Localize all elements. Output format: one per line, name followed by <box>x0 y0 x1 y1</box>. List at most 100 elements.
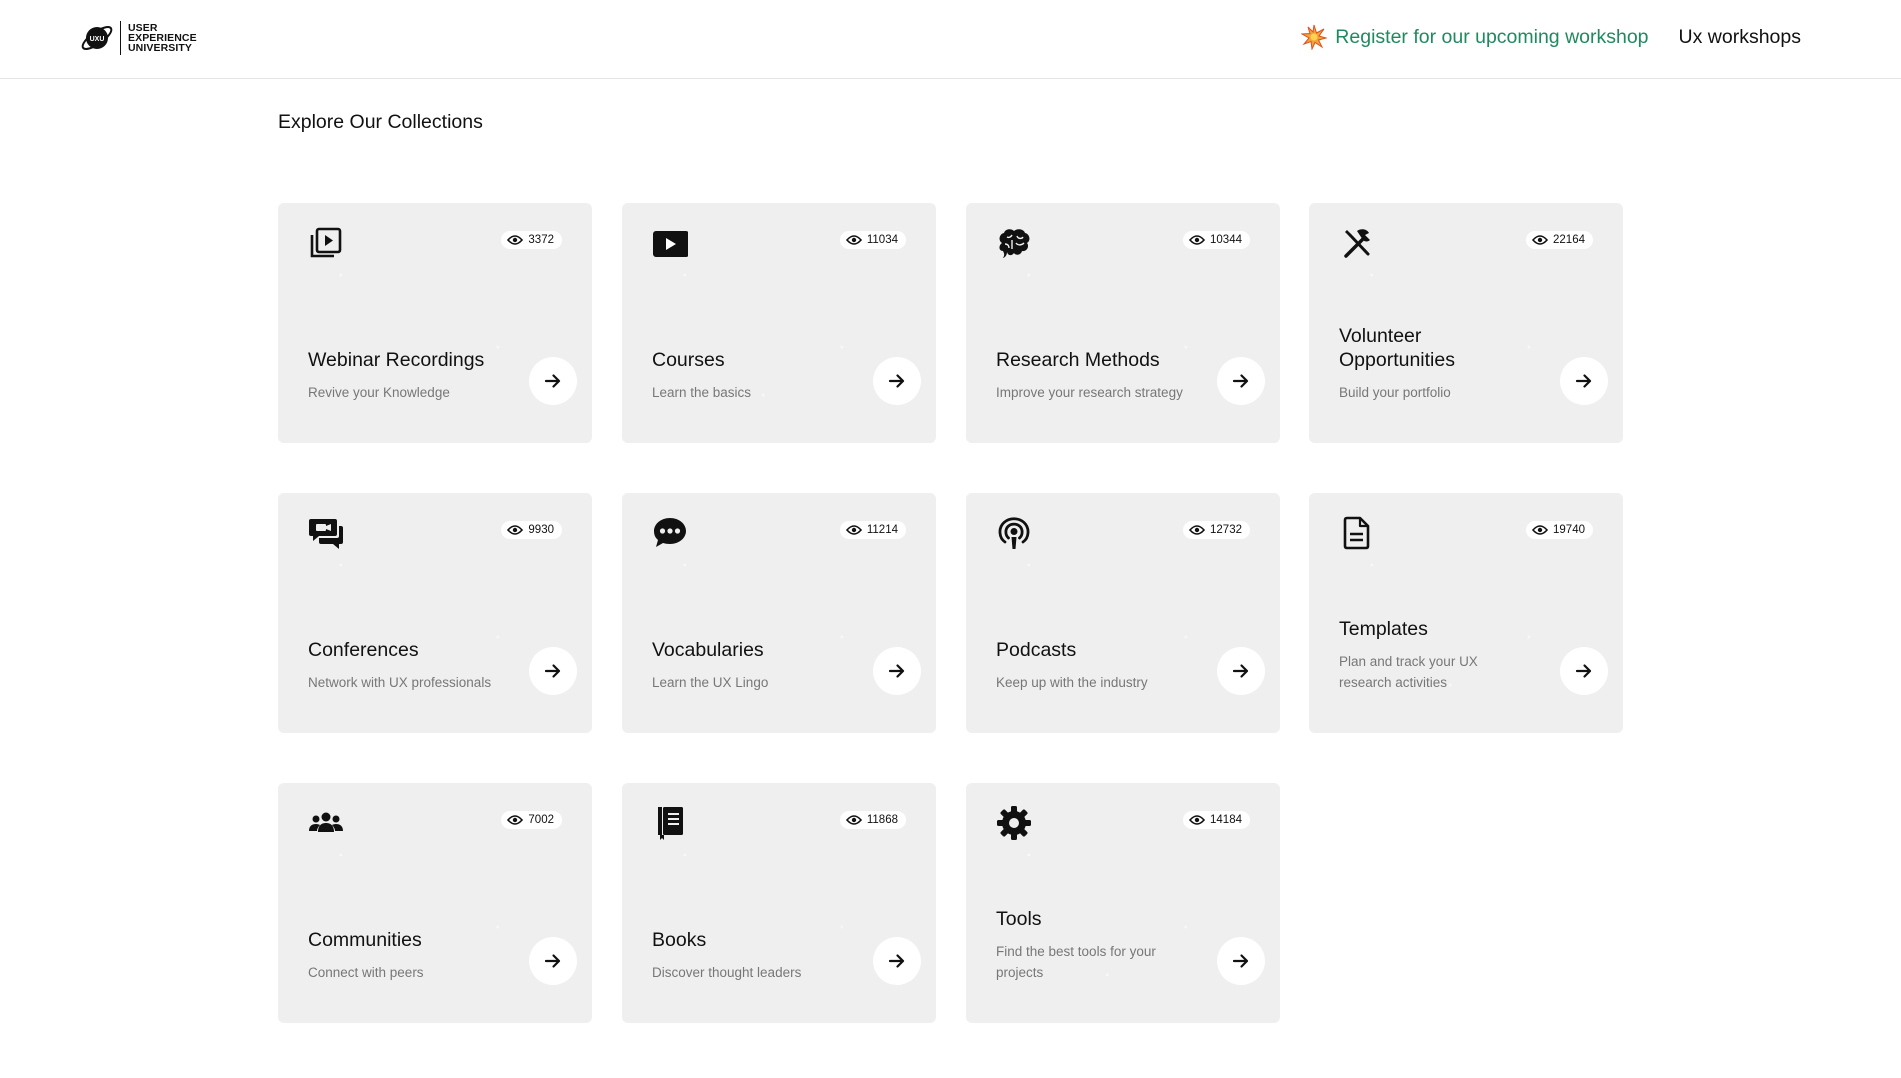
card-subtitle: Build your portfolio <box>1339 385 1451 400</box>
card-text: Courses Learn the basics <box>652 348 842 403</box>
collection-card-templates[interactable]: 19740 Templates Plan and track your UX r… <box>1309 493 1623 733</box>
view-count-badge: 19740 <box>1526 521 1593 539</box>
document-icon <box>1343 516 1370 550</box>
view-count: 12732 <box>1210 524 1242 536</box>
ux-workshops-link[interactable]: Ux workshops <box>1679 26 1801 49</box>
site-header: UXU USER EXPERIENCE UNIVERSITY Register … <box>0 0 1901 79</box>
collection-card-vocabularies[interactable]: 11214 Vocabularies Learn the UX Lingo <box>622 493 936 733</box>
section-title: Explore Our Collections <box>278 111 483 133</box>
view-count-badge: 22164 <box>1526 231 1593 249</box>
open-card-button[interactable] <box>873 647 921 695</box>
collection-card-research-methods[interactable]: 10344 Research Methods Improve your rese… <box>966 203 1280 443</box>
card-subtitle: Discover thought leaders <box>652 965 802 980</box>
card-title: Tools <box>996 908 1042 930</box>
video-chat-icon <box>309 519 343 549</box>
view-count-badge: 9930 <box>501 521 562 539</box>
arrow-right-icon <box>888 374 905 388</box>
open-card-button[interactable] <box>1560 357 1608 405</box>
eye-icon <box>1532 235 1549 245</box>
arrow-right-icon <box>1575 664 1592 678</box>
open-card-button[interactable] <box>529 647 577 695</box>
collection-card-podcasts[interactable]: 12732 Podcasts Keep up with the industry <box>966 493 1280 733</box>
card-title: Webinar Recordings <box>308 349 485 371</box>
arrow-right-icon <box>1575 374 1592 388</box>
view-count-badge: 11034 <box>839 231 906 249</box>
card-subtitle: Learn the basics <box>652 385 752 400</box>
podcast-icon <box>998 517 1030 549</box>
logo-mark-text: UXU <box>90 36 105 43</box>
logo-line-3: UNIVERSITY <box>128 42 193 54</box>
collection-card-tools[interactable]: 14184 Tools Find the best tools for your… <box>966 783 1280 1023</box>
view-count: 7002 <box>528 814 554 826</box>
card-title: Templates <box>1339 618 1428 640</box>
card-title: Courses <box>652 349 725 371</box>
card-title: Books <box>652 929 707 951</box>
eye-icon <box>845 525 862 535</box>
open-card-button[interactable] <box>1217 647 1265 695</box>
open-card-button[interactable] <box>873 357 921 405</box>
card-subtitle: Network with UX professionals <box>308 675 492 690</box>
arrow-right-icon <box>888 954 905 968</box>
open-card-button[interactable] <box>1217 357 1265 405</box>
card-title: Volunteer Opportunities <box>1339 325 1455 371</box>
view-count-badge: 3372 <box>501 231 562 249</box>
card-title: Vocabularies <box>652 639 764 661</box>
eye-icon <box>507 525 524 535</box>
open-card-button[interactable] <box>1560 647 1608 695</box>
card-subtitle: Learn the UX Lingo <box>652 675 769 690</box>
card-text: Communities Connect with peers <box>308 928 498 983</box>
open-card-button[interactable] <box>529 937 577 985</box>
eye-icon <box>507 235 524 245</box>
card-text: Research Methods Improve your research s… <box>996 348 1186 403</box>
view-count: 14184 <box>1210 814 1242 826</box>
collection-card-courses[interactable]: 11034 Courses Learn the basics <box>622 203 936 443</box>
arrow-right-icon <box>1232 664 1249 678</box>
card-title: Podcasts <box>996 639 1077 661</box>
site-logo[interactable]: UXU USER EXPERIENCE UNIVERSITY <box>80 19 197 57</box>
open-card-button[interactable] <box>1217 937 1265 985</box>
card-title: Conferences <box>308 639 419 661</box>
card-subtitle: Revive your Knowledge <box>308 385 450 400</box>
card-text: Books Discover thought leaders <box>652 928 842 983</box>
view-count: 11034 <box>866 234 898 246</box>
arrow-right-icon <box>888 664 905 678</box>
eye-icon <box>1189 525 1206 535</box>
arrow-right-icon <box>544 374 561 388</box>
logo-wordmark: USER EXPERIENCE UNIVERSITY <box>128 23 197 54</box>
register-workshop-link[interactable]: Register for our upcoming workshop <box>1301 24 1649 50</box>
view-count: 19740 <box>1553 524 1585 536</box>
card-subtitle: Connect with peers <box>308 965 424 980</box>
logo-divider <box>120 21 121 55</box>
collection-card-webinar-recordings[interactable]: 3372 Webinar Recordings Revive your Know… <box>278 203 592 443</box>
open-card-button[interactable] <box>873 937 921 985</box>
view-count: 9930 <box>528 524 554 536</box>
eye-icon <box>845 815 862 825</box>
card-text: Webinar Recordings Revive your Knowledge <box>308 348 498 403</box>
view-count: 10344 <box>1210 234 1242 246</box>
arrow-right-icon <box>1232 954 1249 968</box>
view-count-badge: 7002 <box>501 811 562 829</box>
top-nav: Register for our upcoming workshop Ux wo… <box>1301 24 1801 50</box>
view-count-badge: 10344 <box>1183 231 1250 249</box>
open-card-button[interactable] <box>529 357 577 405</box>
arrow-right-icon <box>1232 374 1249 388</box>
collection-card-books[interactable]: 11868 Books Discover thought leaders <box>622 783 936 1023</box>
view-count-badge: 11214 <box>839 521 906 539</box>
arrow-right-icon <box>544 664 561 678</box>
collection-card-conferences[interactable]: 9930 Conferences Network with UX profess… <box>278 493 592 733</box>
eye-icon <box>845 235 862 245</box>
collection-card-volunteer-opportunities[interactable]: 22164 Volunteer Opportunities Build your… <box>1309 203 1623 443</box>
people-icon <box>309 812 343 832</box>
card-subtitle: Improve your research strategy <box>996 385 1183 400</box>
view-count-badge: 14184 <box>1183 811 1250 829</box>
gear-icon <box>997 806 1031 840</box>
eye-icon <box>1189 815 1206 825</box>
planet-logo-icon: UXU <box>81 26 113 50</box>
eye-icon <box>1532 525 1549 535</box>
brain-icon <box>999 229 1030 258</box>
card-title: Communities <box>308 929 422 951</box>
view-count-badge: 12732 <box>1183 521 1250 539</box>
collection-card-communities[interactable]: 7002 Communities Connect with peers <box>278 783 592 1023</box>
card-text: Vocabularies Learn the UX Lingo <box>652 638 842 693</box>
card-text: Conferences Network with UX professional… <box>308 638 498 693</box>
